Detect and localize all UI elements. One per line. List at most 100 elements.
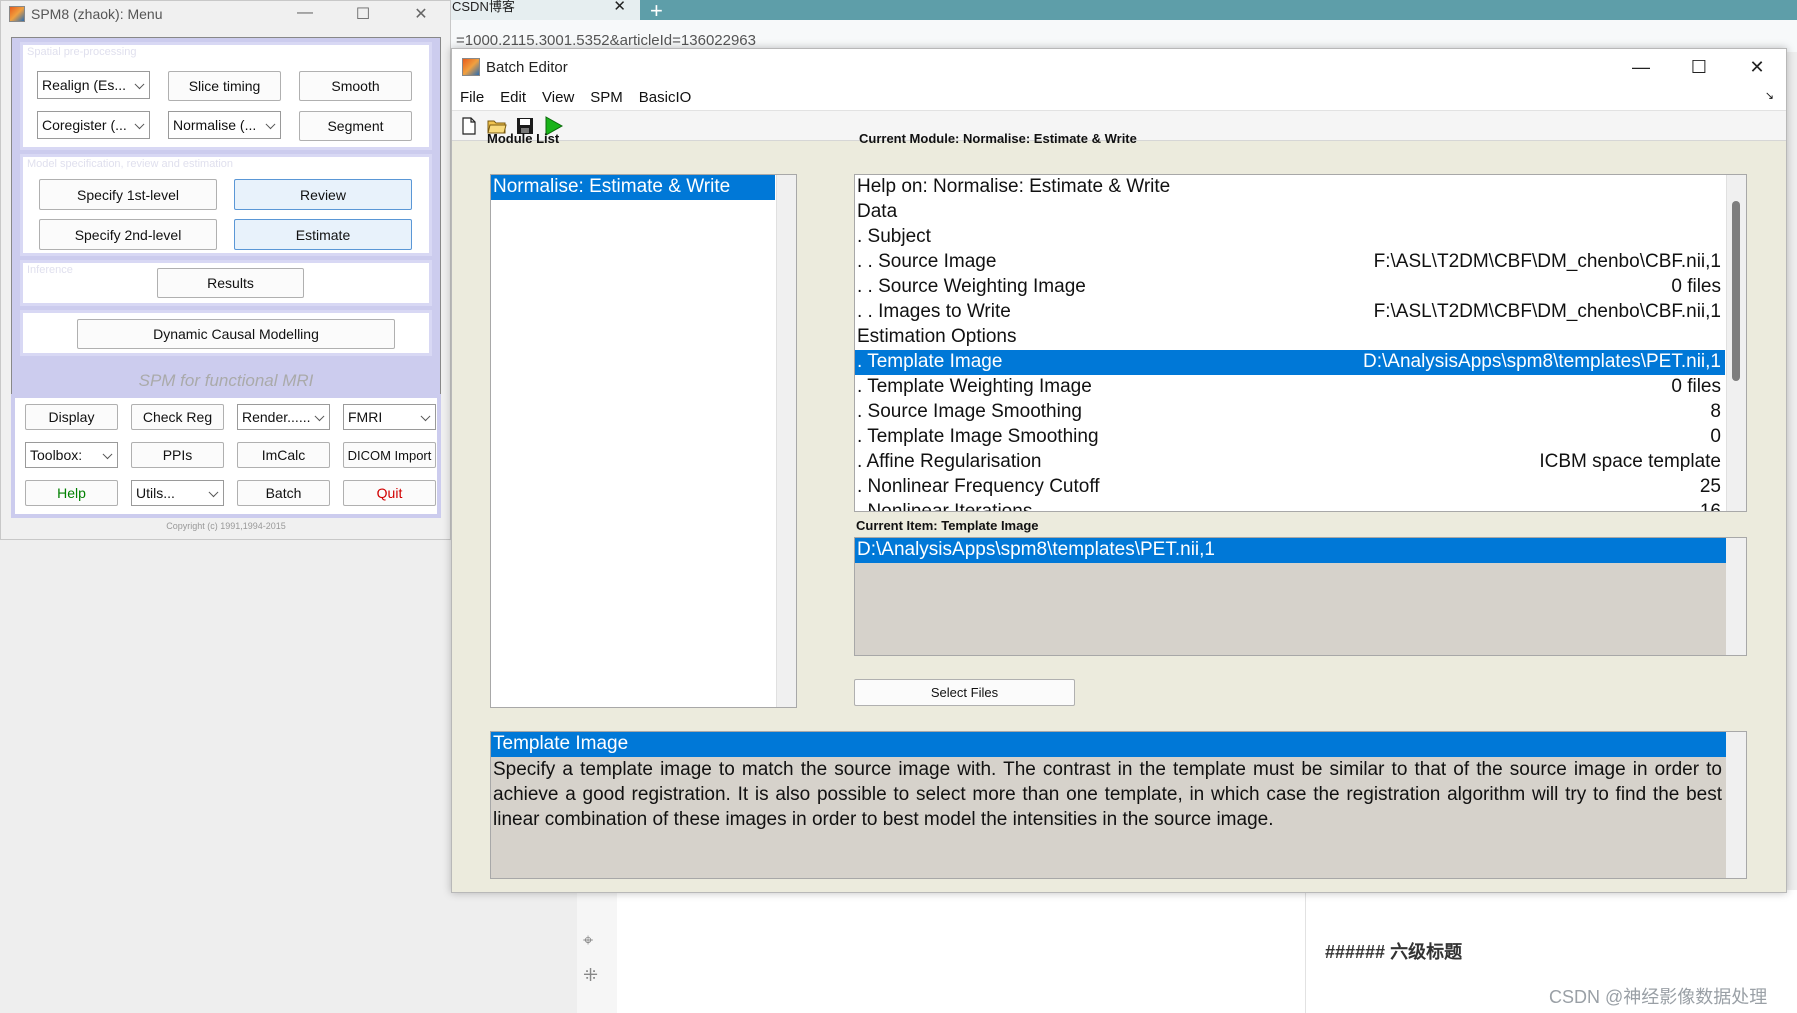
ppis-button[interactable]: PPIs — [131, 442, 224, 468]
slice-timing-button[interactable]: Slice timing — [168, 71, 281, 101]
close-icon[interactable]: ✕ — [392, 4, 450, 24]
new-file-icon[interactable] — [458, 115, 480, 137]
copyright: Copyright (c) 1991,1994-2015 — [166, 521, 286, 531]
smooth-button[interactable]: Smooth — [299, 71, 412, 101]
menu-view[interactable]: View — [542, 89, 574, 106]
browser-tab[interactable]: CSDN博客 ✕ — [440, 0, 640, 20]
dcm-button[interactable]: Dynamic Causal Modelling — [77, 319, 395, 349]
scrollbar[interactable] — [776, 175, 796, 707]
chevron-down-icon — [314, 411, 325, 422]
maximize-icon[interactable]: ☐ — [1670, 57, 1728, 78]
module-option-row[interactable]: Data — [855, 200, 1725, 225]
scrollbar[interactable] — [1726, 175, 1746, 511]
review-button[interactable]: Review — [234, 179, 412, 210]
module-option-row[interactable]: . . Source Weighting Image 0 files — [855, 275, 1725, 300]
results-button[interactable]: Results — [157, 268, 304, 298]
module-option-label: . Subject — [857, 226, 931, 247]
menu-spm[interactable]: SPM — [590, 89, 623, 106]
module-option-row[interactable]: . Nonlinear Frequency Cutoff 25 — [855, 475, 1725, 500]
editor-gutter — [577, 890, 617, 1013]
current-item-value[interactable]: D:\AnalysisApps\spm8\templates\PET.nii,1 — [855, 538, 1726, 563]
menu-basicio[interactable]: BasicIO — [639, 89, 692, 106]
dicom-import-button[interactable]: DICOM Import — [343, 442, 436, 468]
maximize-icon[interactable]: ☐ — [334, 4, 392, 24]
utils-select-label: Utils... — [136, 485, 175, 501]
batch-button[interactable]: Batch — [237, 480, 330, 506]
module-option-row[interactable]: . Affine Regularisation ICBM space templa… — [855, 450, 1725, 475]
module-option-row[interactable]: . Source Image Smoothing 8 — [855, 400, 1725, 425]
help-button[interactable]: Help — [25, 480, 118, 506]
module-option-row[interactable]: . Template Image Smoothing 0 — [855, 425, 1725, 450]
display-button[interactable]: Display — [25, 404, 118, 430]
chevron-down-icon — [208, 487, 219, 498]
help-text: Specify a template image to match the so… — [493, 759, 1722, 830]
module-list-item[interactable]: Normalise: Estimate & Write — [491, 175, 775, 200]
render-select-label: Render...... — [242, 409, 311, 425]
address-text: =1000.2115.3001.5352&articleId=136022963 — [456, 32, 756, 49]
watermark: CSDN @神经影像数据处理 — [1549, 987, 1768, 1007]
normalise-select-label: Normalise (... — [173, 117, 257, 133]
module-option-row[interactable]: . . Source Image F:\ASL\T2DM\CBF\DM_chenb… — [855, 250, 1725, 275]
minimize-icon[interactable]: — — [1612, 57, 1670, 78]
inference-panel: Inference Results — [20, 260, 432, 306]
select-files-button[interactable]: Select Files — [854, 679, 1075, 706]
undock-icon[interactable]: ↘ — [1765, 89, 1774, 102]
crosshair-icon[interactable]: ⌖ — [583, 930, 593, 951]
scrollbar[interactable] — [1726, 732, 1746, 878]
markdown-heading: ###### 六级标题 — [1325, 942, 1463, 962]
module-option-value: F:\ASL\T2DM\CBF\DM_chenbo\CBF.nii,1 — [1373, 301, 1721, 322]
current-item-label: Current Item: Template Image — [856, 518, 1039, 533]
module-option-row[interactable]: . . Images to Write F:\ASL\T2DM\CBF\DM_ch… — [855, 300, 1725, 325]
specify-2nd-level-button[interactable]: Specify 2nd-level — [39, 219, 217, 250]
module-option-value: F:\ASL\T2DM\CBF\DM_chenbo\CBF.nii,1 — [1373, 251, 1721, 272]
toolbox-select[interactable]: Toolbox: — [25, 442, 118, 468]
realign-select[interactable]: Realign (Es... — [37, 71, 150, 99]
close-icon[interactable]: ✕ — [1728, 57, 1786, 78]
specify-1st-level-button[interactable]: Specify 1st-level — [39, 179, 217, 210]
module-option-row[interactable]: Estimation Options — [855, 325, 1725, 350]
close-icon[interactable]: ✕ — [613, 0, 626, 14]
menu-file[interactable]: File — [460, 89, 484, 106]
quit-button[interactable]: Quit — [343, 480, 436, 506]
render-select[interactable]: Render...... — [237, 404, 330, 430]
module-option-value: ICBM space template — [1539, 451, 1721, 472]
check-reg-button[interactable]: Check Reg — [131, 404, 224, 430]
module-option-row[interactable]: . Template Image D:\AnalysisApps\spm8\tem… — [855, 350, 1725, 375]
normalise-select[interactable]: Normalise (... — [168, 111, 281, 139]
grid-icon[interactable]: ⁜ — [583, 965, 598, 986]
module-option-row[interactable]: . Subject — [855, 225, 1725, 250]
module-option-row[interactable]: . Nonlinear Iterations 16 — [855, 500, 1725, 512]
scrollbar[interactable] — [1726, 538, 1746, 655]
minimize-icon[interactable]: — — [276, 4, 334, 24]
module-list[interactable]: Normalise: Estimate & Write — [490, 174, 797, 708]
module-option-value: 0 files — [1671, 376, 1721, 397]
page-divider — [1305, 890, 1306, 1013]
current-module-list[interactable]: Help on: Normalise: Estimate & Write Data… — [854, 174, 1747, 512]
model-panel: Model specification, review and estimati… — [20, 154, 432, 256]
modality-select-label: FMRI — [348, 409, 383, 425]
scrollbar-thumb[interactable] — [1732, 201, 1740, 381]
utils-select[interactable]: Utils... — [131, 480, 224, 506]
module-option-row[interactable]: . Template Weighting Image 0 files — [855, 375, 1725, 400]
menu-edit[interactable]: Edit — [500, 89, 526, 106]
panel-title: Model specification, review and estimati… — [27, 158, 234, 170]
module-option-value: 16 — [1699, 501, 1721, 512]
module-option-label: Data — [857, 201, 898, 222]
browser-page: ⌖ ⁜ ###### 六级标题 CSDN @神经影像数据处理 — [577, 890, 1797, 1013]
imcalc-button[interactable]: ImCalc — [237, 442, 330, 468]
coregister-select[interactable]: Coregister (... — [37, 111, 150, 139]
module-option-label: . Affine Regularisation — [857, 451, 1042, 472]
module-option-label: . . Images to Write — [857, 301, 1011, 322]
panel-title: Spatial pre-processing — [27, 46, 137, 58]
module-option-row[interactable]: Help on: Normalise: Estimate & Write — [855, 175, 1725, 200]
segment-button[interactable]: Segment — [299, 111, 412, 141]
dcm-panel: Dynamic Causal Modelling — [20, 310, 432, 356]
help-title: Template Image — [491, 732, 1726, 757]
current-item-box[interactable]: D:\AnalysisApps\spm8\templates\PET.nii,1 — [854, 537, 1747, 656]
module-option-label: . Nonlinear Frequency Cutoff — [857, 476, 1100, 497]
modality-select[interactable]: FMRI — [343, 404, 436, 430]
spm-window-title: SPM8 (zhaok): Menu — [31, 6, 163, 22]
browser-tab-label: CSDN博客 — [452, 0, 515, 14]
chevron-down-icon — [265, 119, 276, 130]
estimate-button[interactable]: Estimate — [234, 219, 412, 250]
